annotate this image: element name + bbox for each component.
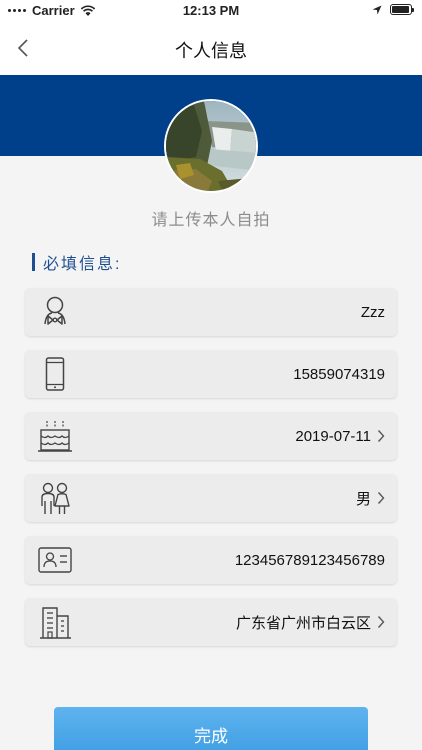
building-icon — [40, 607, 71, 639]
required-info-heading: 必填信息: — [32, 250, 121, 274]
section-accent-bar — [32, 253, 35, 271]
birthday-field[interactable]: 2019-07-11 — [25, 412, 397, 460]
birthday-cake-icon — [38, 421, 72, 452]
address-field[interactable]: 广东省广州市白云区 — [25, 598, 397, 646]
name-value-wrap: Zzz — [361, 288, 385, 336]
id-number-field[interactable]: 123456789123456789 — [25, 536, 397, 584]
section-label: 必填信息: — [43, 256, 122, 273]
avatar-photo — [166, 101, 256, 191]
person-bowtie-icon — [44, 296, 66, 325]
name-field[interactable]: Zzz — [25, 288, 397, 336]
avatar-upload[interactable] — [164, 99, 258, 193]
birthday-value-wrap: 2019-07-11 — [295, 412, 385, 460]
upload-selfie-hint: 请上传本人自拍 — [151, 212, 271, 229]
id-number-value-wrap: 123456789123456789 — [235, 536, 385, 584]
address-value: 广东省广州市白云区 — [235, 614, 371, 632]
mobile-phone-icon — [45, 357, 65, 391]
id-card-icon — [38, 547, 72, 573]
gender-value: 男 — [355, 490, 371, 508]
address-value-wrap: 广东省广州市白云区 — [236, 598, 385, 646]
status-right — [372, 4, 414, 15]
chevron-right-icon — [377, 616, 385, 628]
status-bar: Carrier 12:13 PM — [0, 0, 422, 22]
page-title: 个人信息 — [175, 41, 247, 61]
done-button[interactable]: 完成 — [54, 707, 368, 750]
phone-value-wrap: 15859074319 — [293, 350, 385, 398]
id-number-value: 123456789123456789 — [234, 551, 385, 569]
nav-bar: 个人信息 — [0, 22, 422, 75]
name-value: Zzz — [360, 303, 385, 321]
status-time: 12:13 PM — [182, 3, 240, 18]
battery-icon — [390, 4, 414, 15]
phone-field[interactable]: 15859074319 — [25, 350, 397, 398]
chevron-right-icon — [377, 492, 385, 504]
birthday-value: 2019-07-11 — [295, 427, 371, 445]
gender-people-icon — [41, 482, 70, 514]
phone-value: 15859074319 — [293, 365, 385, 383]
battery-level — [392, 6, 410, 13]
location-arrow-icon — [372, 5, 382, 14]
chevron-right-icon — [377, 430, 385, 442]
gender-value-wrap: 男 — [356, 474, 385, 522]
gender-field[interactable]: 男 — [25, 474, 397, 522]
